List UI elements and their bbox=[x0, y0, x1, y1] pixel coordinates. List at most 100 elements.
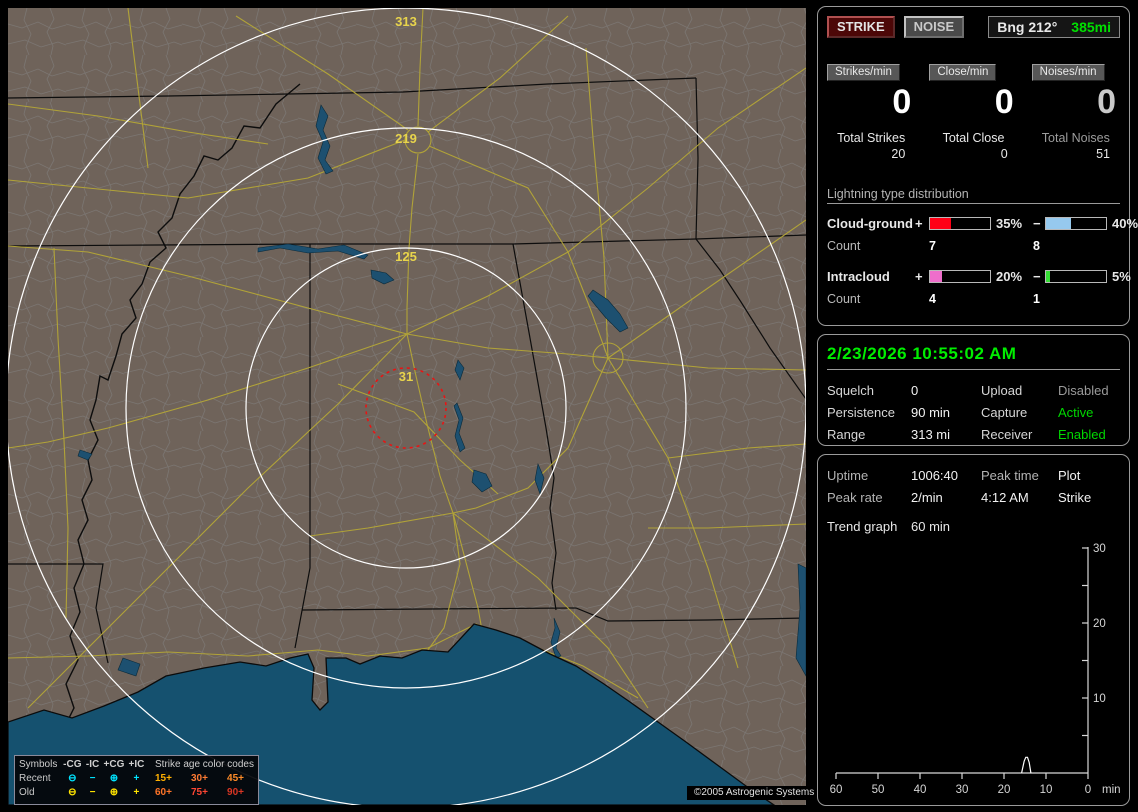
squelch-value: 0 bbox=[911, 383, 919, 398]
bearing-value: Bng 212° bbox=[997, 19, 1058, 35]
receiver-status: Enabled bbox=[1058, 427, 1106, 442]
old-neg-cg-icon: ⊖ bbox=[68, 787, 77, 798]
plus-sign: + bbox=[915, 269, 923, 284]
old-pos-cg-icon: ⊕ bbox=[109, 787, 119, 798]
uptime-value: 1006:40 bbox=[911, 468, 958, 483]
ic-positive-bar bbox=[929, 270, 991, 283]
cg-negative-percent: 40% bbox=[1112, 216, 1138, 231]
recent-pos-ic-icon: + bbox=[133, 773, 140, 784]
age-15: 15+ bbox=[155, 773, 172, 784]
ring-label-31: 31 bbox=[399, 369, 413, 384]
persistence-label: Persistence bbox=[827, 405, 895, 420]
total-noises-value: 51 bbox=[1096, 147, 1110, 161]
persistence-value: 90 min bbox=[911, 405, 951, 420]
uptime-label: Uptime bbox=[827, 468, 869, 483]
svg-text:0: 0 bbox=[1085, 784, 1091, 796]
system-datetime: 2/23/2026 10:55:02 AM bbox=[827, 344, 1120, 370]
intracloud-label: Intracloud bbox=[827, 269, 890, 284]
close-per-min-button[interactable]: Close/min bbox=[929, 64, 997, 81]
trend-graph-label: Trend graph bbox=[827, 519, 898, 534]
age-60: 60+ bbox=[155, 787, 172, 798]
ic-count-label: Count bbox=[827, 292, 861, 306]
close-per-min-value: 0 bbox=[994, 83, 1014, 121]
range-value: 313 mi bbox=[911, 427, 951, 442]
ring-label-313: 313 bbox=[395, 14, 417, 29]
svg-text:20: 20 bbox=[998, 784, 1011, 796]
distribution-heading: Lightning type distribution bbox=[827, 187, 1120, 204]
total-close-label: Total Close bbox=[942, 131, 1005, 145]
svg-text:30: 30 bbox=[1093, 543, 1106, 555]
ring-label-125: 125 bbox=[395, 249, 417, 264]
capture-label: Capture bbox=[981, 405, 1028, 420]
svg-text:10: 10 bbox=[1040, 784, 1053, 796]
cg-negative-bar bbox=[1045, 217, 1107, 230]
svg-text:50: 50 bbox=[872, 784, 885, 796]
peak-time-value: 4:12 AM bbox=[981, 490, 1029, 505]
peak-rate-value: 2/min bbox=[911, 490, 943, 505]
age-30: 30+ bbox=[191, 773, 208, 784]
legend-symbols-header: Symbols bbox=[19, 759, 58, 770]
legend-old-label: Old bbox=[19, 787, 35, 798]
age-90: 90+ bbox=[227, 787, 245, 798]
ic-negative-percent: 5% bbox=[1112, 269, 1131, 284]
total-strikes-value: 20 bbox=[891, 147, 906, 161]
receiver-label: Receiver bbox=[981, 427, 1033, 442]
noise-toggle-button[interactable]: NOISE bbox=[903, 16, 965, 38]
stats-panel: Uptime 1006:40 Peak time Plot Peak rate … bbox=[817, 454, 1130, 806]
map-canvas: 313 219 125 31 bbox=[8, 8, 806, 805]
cg-positive-count: 7 bbox=[929, 239, 936, 253]
capture-status: Active bbox=[1058, 405, 1094, 420]
svg-text:60: 60 bbox=[830, 784, 843, 796]
range-label: Range bbox=[827, 427, 866, 442]
ring-label-219: 219 bbox=[395, 131, 417, 146]
legend-col-pos-cg: +CG bbox=[103, 759, 125, 770]
nexstorm-app: { "map": { "ring_labels": ["313", "219",… bbox=[0, 0, 1138, 812]
recent-neg-ic-icon: − bbox=[89, 773, 96, 784]
status-panel: 2/23/2026 10:55:02 AM Squelch 0 Upload D… bbox=[817, 334, 1130, 446]
age-45: 45+ bbox=[227, 773, 245, 784]
svg-text:10: 10 bbox=[1093, 693, 1106, 705]
recent-pos-cg-icon: ⊕ bbox=[109, 773, 119, 784]
minus-sign: − bbox=[1033, 216, 1041, 231]
cg-count-label: Count bbox=[827, 239, 861, 253]
noises-per-min-value: 0 bbox=[1097, 83, 1116, 121]
squelch-label: Squelch bbox=[827, 383, 874, 398]
trend-graph-value: 60 min bbox=[911, 519, 951, 534]
ic-negative-bar bbox=[1045, 270, 1107, 283]
noises-per-min-button[interactable]: Noises/min bbox=[1031, 64, 1105, 81]
total-strikes-label: Total Strikes bbox=[837, 131, 906, 145]
old-neg-ic-icon: − bbox=[89, 787, 96, 798]
counters-panel: STRIKE NOISE Bng 212° 385mi Strikes/min … bbox=[817, 6, 1138, 326]
strike-symbol-legend: Symbols -CG -IC +CG +IC Strike age color… bbox=[14, 755, 259, 805]
svg-text:20: 20 bbox=[1093, 618, 1106, 630]
legend-recent-label: Recent bbox=[19, 773, 51, 784]
legend-col-pos-ic: +IC bbox=[128, 759, 145, 770]
cloud-ground-label: Cloud-ground bbox=[827, 216, 913, 231]
svg-text:min: min bbox=[1102, 784, 1121, 796]
plus-sign: + bbox=[915, 216, 923, 231]
ic-positive-count: 4 bbox=[929, 292, 936, 306]
total-close-value: 0 bbox=[1000, 147, 1008, 161]
strikes-per-min-button[interactable]: Strikes/min bbox=[827, 64, 900, 81]
minus-sign: − bbox=[1033, 269, 1041, 284]
lightning-map[interactable]: 313 219 125 31 bbox=[8, 8, 806, 805]
plot-mode-value: Plot bbox=[1058, 468, 1081, 483]
legend-col-neg-ic: -IC bbox=[85, 759, 100, 770]
legend-age-header: Strike age color codes bbox=[155, 759, 254, 770]
ic-positive-percent: 20% bbox=[996, 269, 1023, 284]
plot-type-value: Strike bbox=[1058, 490, 1092, 505]
strike-toggle-button[interactable]: STRIKE bbox=[827, 16, 895, 38]
legend-col-neg-cg: -CG bbox=[63, 759, 82, 770]
age-75: 75+ bbox=[191, 787, 208, 798]
upload-label: Upload bbox=[981, 383, 1023, 398]
svg-text:40: 40 bbox=[914, 784, 927, 796]
bearing-indicator: Bng 212° 385mi bbox=[988, 16, 1120, 38]
recent-neg-cg-icon: ⊖ bbox=[68, 773, 77, 784]
copyright-text: ©2005 Astrogenic Systems bbox=[687, 786, 822, 800]
total-noises-label: Total Noises bbox=[1041, 131, 1110, 145]
old-pos-ic-icon: + bbox=[133, 787, 140, 798]
cg-negative-count: 8 bbox=[1033, 239, 1040, 253]
peak-rate-label: Peak rate bbox=[827, 490, 883, 505]
peak-time-label: Peak time bbox=[981, 468, 1039, 483]
svg-text:30: 30 bbox=[956, 784, 969, 796]
